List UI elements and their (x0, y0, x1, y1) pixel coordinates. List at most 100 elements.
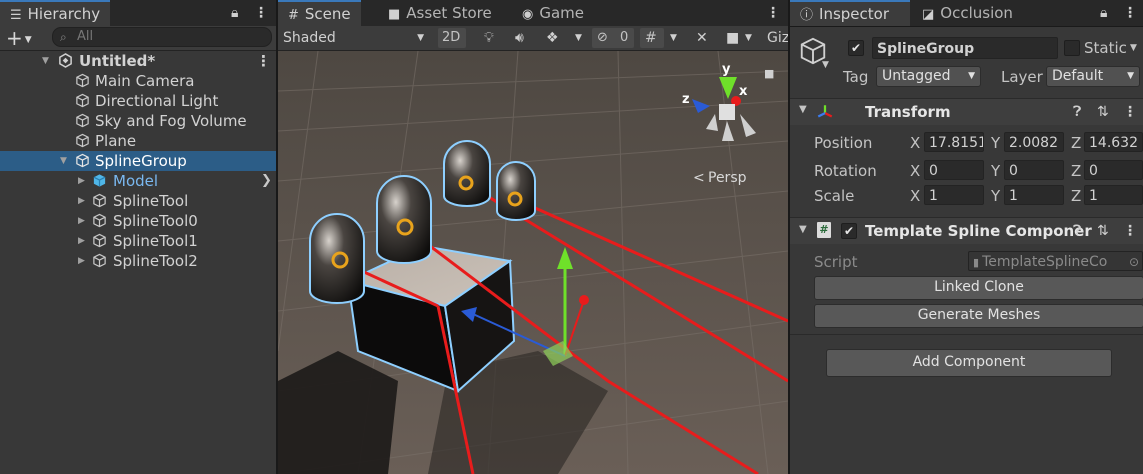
effects-toggle-icon[interactable]: ❖ (546, 26, 559, 50)
expand-arrow-icon[interactable]: ▼ (42, 51, 49, 71)
object-name-field[interactable]: SplineGroup (872, 37, 1058, 59)
tab-asset-store[interactable]: ■ Asset Store (378, 0, 502, 26)
linked-clone-button[interactable]: Linked Clone (814, 276, 1143, 300)
presets-icon[interactable]: ⇅ (1097, 99, 1109, 125)
hierarchy-item-sky-and-fog-volume[interactable]: Sky and Fog Volume (0, 111, 276, 131)
expand-arrow-icon[interactable]: ▼ (60, 151, 67, 171)
scene-viewport[interactable]: y x z ■ < Persp (278, 51, 788, 474)
rotation-z-field[interactable]: 0 (1084, 160, 1143, 180)
gameobject-cube-icon (76, 133, 89, 148)
tab-occlusion[interactable]: ◪ Occlusion (912, 0, 1023, 26)
component-enabled-checkbox[interactable]: ✔ (841, 223, 857, 239)
hierarchy-item-splinetool0[interactable]: ▶ SplineTool0 (0, 211, 276, 231)
tools-toggle-icon[interactable]: ✕ (696, 26, 708, 50)
gameobject-cube-icon (93, 253, 106, 268)
expand-arrow-icon[interactable]: ▶ (78, 231, 85, 251)
rotation-y-field[interactable]: 0 (1004, 160, 1064, 180)
position-y-field[interactable]: 2.0082 (1004, 132, 1064, 152)
chevron-down-icon: ▼ (1127, 71, 1134, 81)
tag-value: Untagged (882, 68, 951, 84)
static-checkbox[interactable] (1064, 40, 1080, 56)
gizmos-label: Giz (767, 30, 788, 46)
help-icon[interactable]: ❓︎ (1073, 218, 1081, 244)
tag-label: Tag (843, 68, 869, 86)
effects-chevron-icon[interactable]: ▼ (575, 26, 582, 50)
tab-inspector[interactable]: ⓘ Inspector (790, 0, 910, 26)
hidden-objects-toggle[interactable]: ⊘ 0 (592, 28, 634, 48)
position-x-field[interactable]: 17.8151 (924, 132, 984, 152)
hierarchy-item-splinetool[interactable]: ▶ SplineTool (0, 191, 276, 211)
capsule-mesh[interactable] (376, 175, 432, 264)
open-prefab-chevron-icon[interactable]: ❯ (261, 171, 272, 191)
generate-meshes-button[interactable]: Generate Meshes (814, 304, 1143, 328)
occlusion-icon: ◪ (922, 7, 935, 22)
hierarchy-item-plane[interactable]: Plane (0, 131, 276, 151)
component-menu-icon[interactable]: ⋮ (1123, 218, 1137, 244)
position-z-label: Z (1071, 134, 1082, 152)
collapse-arrow-icon[interactable]: ▼ (799, 104, 807, 115)
collapse-arrow-icon[interactable]: ▼ (799, 224, 807, 235)
capsule-mesh[interactable] (443, 140, 491, 207)
2d-toggle-button[interactable]: 2D (438, 28, 466, 48)
expand-arrow-icon[interactable]: ▶ (78, 171, 85, 191)
projection-label[interactable]: Persp (708, 170, 747, 186)
scale-label: Scale (814, 187, 855, 205)
2d-label: 2D (442, 30, 461, 45)
hierarchy-item-label: Plane (95, 132, 137, 150)
rotation-x-field[interactable]: 0 (924, 160, 984, 180)
grid-chevron-icon[interactable]: ▼ (670, 26, 677, 50)
scene-more-icon[interactable]: ⋮ (256, 51, 271, 71)
hierarchy-item-label: SplineTool2 (113, 252, 198, 270)
hierarchy-item-main-camera[interactable]: Main Camera (0, 71, 276, 91)
active-checkbox[interactable]: ✔ (848, 40, 864, 56)
camera-chevron-icon[interactable]: ▼ (745, 26, 752, 50)
presets-icon[interactable]: ⇅ (1097, 218, 1109, 244)
scale-y-field[interactable]: 1 (1004, 185, 1064, 205)
more-options-icon[interactable]: ⋮ (1123, 0, 1137, 26)
gizmos-button[interactable]: Giz (767, 26, 788, 50)
tab-scene[interactable]: # Scene (278, 0, 361, 26)
search-input[interactable]: ⌕ All (52, 27, 272, 47)
more-options-icon[interactable]: ⋮ (254, 0, 268, 26)
expand-arrow-icon[interactable]: ▶ (78, 251, 85, 271)
gizmo-lock-icon[interactable]: ■ (764, 67, 774, 80)
projection-chevron-icon[interactable]: < (693, 170, 705, 186)
add-component-button[interactable]: Add Component (826, 349, 1112, 377)
scene-root-row[interactable]: ▼ Untitled* ⋮ (0, 51, 276, 71)
scene-more-options-icon[interactable]: ⋮ (766, 0, 780, 26)
audio-toggle-icon[interactable]: 🔊︎ (515, 26, 524, 50)
hierarchy-item-splinetool2[interactable]: ▶ SplineTool2 (0, 251, 276, 271)
shading-mode-dropdown[interactable]: Shaded ▼ (283, 26, 428, 50)
gameobject-cube-icon (93, 213, 106, 228)
script-field: ▮ TemplateSplineCo ⊙ (968, 251, 1143, 271)
capsule-mesh[interactable] (309, 213, 365, 304)
object-picker-icon[interactable]: ⊙ (1129, 252, 1139, 270)
tab-game[interactable]: ◉ Game (512, 0, 594, 26)
layer-dropdown[interactable]: Default ▼ (1046, 66, 1140, 87)
static-chevron-icon[interactable]: ▼ (1130, 43, 1137, 53)
hierarchy-item-model[interactable]: ▶ Model ❯ (0, 171, 276, 191)
tab-hierarchy[interactable]: ☰ Hierarchy (0, 0, 111, 26)
component-menu-icon[interactable]: ⋮ (1123, 99, 1137, 125)
icon-chevron-down-icon[interactable]: ▼ (822, 60, 829, 70)
lighting-toggle-icon[interactable]: 💡︎ (484, 26, 494, 50)
camera-icon[interactable]: ■ (726, 26, 739, 50)
grid-toggle-icon[interactable]: # (640, 28, 664, 48)
hierarchy-item-directional-light[interactable]: Directional Light (0, 91, 276, 111)
lock-icon[interactable]: 🔒︎ (231, 0, 238, 26)
transform-header[interactable] (790, 98, 1143, 125)
scale-z-field[interactable]: 1 (1084, 185, 1143, 205)
position-z-field[interactable]: 14.632 (1084, 132, 1143, 152)
expand-arrow-icon[interactable]: ▶ (78, 211, 85, 231)
lock-icon[interactable]: 🔒︎ (1100, 0, 1107, 26)
add-button[interactable]: + ▼ (6, 26, 32, 50)
shading-mode-value: Shaded (283, 30, 336, 46)
hierarchy-item-splinetool1[interactable]: ▶ SplineTool1 (0, 231, 276, 251)
capsule-mesh[interactable] (496, 161, 536, 221)
tag-dropdown[interactable]: Untagged ▼ (876, 66, 981, 87)
help-icon[interactable]: ❓︎ (1073, 99, 1081, 125)
gizmo-axis-x-label: x (739, 84, 748, 99)
hierarchy-item-splinegroup[interactable]: ▼ SplineGroup (0, 151, 276, 171)
expand-arrow-icon[interactable]: ▶ (78, 191, 85, 211)
scale-x-field[interactable]: 1 (924, 185, 984, 205)
